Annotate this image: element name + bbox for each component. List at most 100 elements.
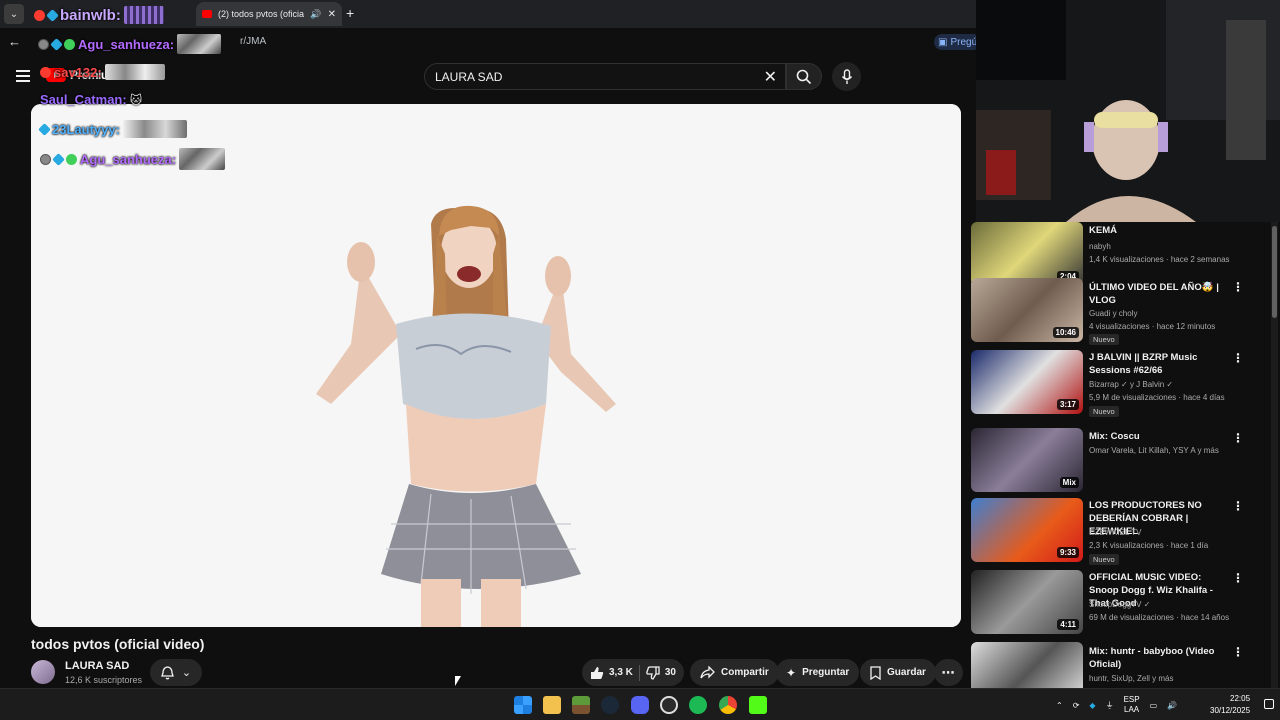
more-vert-icon[interactable]: ⋮ [1232,499,1244,513]
list-item[interactable]: 3:17 J BALVIN || BZRP Music Sessions #62… [971,350,1271,417]
minecraft-icon[interactable] [572,696,590,714]
badge-icon [34,9,45,21]
verified-icon [66,153,77,165]
badge-icon [52,152,65,166]
sync-icon[interactable]: ⟳ [1073,701,1080,710]
rec-meta: 2,3 K visualizaciones · hace 1 día [1089,541,1209,550]
speaker-icon[interactable]: 🔊 [1167,701,1177,710]
app-tray-icon[interactable]: ◆ [1089,701,1095,710]
ask-chip[interactable]: ▣ Pregú [934,34,982,50]
badge-icon [40,66,51,78]
badge-icon [38,38,49,50]
avatar[interactable] [31,660,55,684]
folder-icon[interactable] [543,696,561,714]
list-item[interactable]: Mix Mix: Coscu Omar Varela, Lit Killah, … [971,428,1271,494]
video-thumbnail[interactable]: 4:11 [971,570,1083,634]
date: 30/12/2025 [1210,706,1251,715]
ask-label: Preguntar [802,667,850,678]
chevron-up-icon[interactable]: ⌃ [1056,701,1063,710]
taskbar: ⌃ ⟳ ◆ ⏚ ESP LAA ▭ 🔊 22:05 30/12/2025 [0,688,1280,720]
search-button[interactable] [786,63,822,90]
recommendations-list: 2:04 KEMÁ nabyh 1,4 K visualizaciones · … [971,222,1271,688]
cat-emote-icon: 🐱 [129,92,143,107]
save-button[interactable]: Guardar [860,659,936,686]
url-fragment[interactable]: r/JMA [240,36,266,47]
search-box[interactable]: ✕ [424,63,786,90]
kick-icon[interactable] [749,696,767,714]
tab-active[interactable]: (2) todos pvtos (oficial video... 🔊 ✕ [196,2,342,26]
more-vert-icon[interactable]: ⋮ [1232,645,1244,659]
more-vert-icon[interactable]: ⋮ [1232,431,1244,445]
rec-channel[interactable]: Guadi y choly [1089,309,1137,318]
chrome-icon[interactable] [719,696,737,714]
chat-message: bainwlb: [34,6,164,24]
spotify-icon[interactable] [689,696,707,714]
rec-title[interactable]: KEMÁ [1089,224,1219,237]
subscribe-notification-button[interactable]: ⌄ [150,659,202,686]
rec-channel[interactable]: Omar Varela, Lit Killah, YSY A y más [1089,446,1219,455]
rec-title[interactable]: ÚLTIMO VIDEO DEL AÑO🤯 | VLOG [1089,281,1219,307]
like-dislike-group: 3,3 K 30 [582,659,684,686]
scrollbar-thumb[interactable] [1272,226,1277,318]
rec-meta: 1,4 K visualizaciones · hace 2 semanas [1089,255,1230,264]
list-item[interactable]: 9:33 LOS PRODUCTORES NO DEBERÍAN COBRAR … [971,498,1271,565]
close-icon[interactable]: ✕ [328,9,336,20]
video-player[interactable] [31,104,961,627]
rec-title[interactable]: J BALVIN || BZRP Music Sessions #62/66 [1089,351,1219,377]
discord-icon[interactable] [631,696,649,714]
steam-icon[interactable] [601,696,619,714]
speaker-icon[interactable]: 🔊 [310,9,321,20]
chat-username: Agu_sanhueza: [80,151,177,167]
windows-icon[interactable] [514,696,532,714]
dislike-button[interactable]: 30 [646,665,676,680]
clear-icon[interactable]: ✕ [764,67,777,87]
obs-icon[interactable] [660,696,678,714]
chat-emote [179,148,226,170]
rec-title[interactable]: Mix: huntr - babyboo (Video Oficial) [1089,645,1219,671]
chat-username: Saul_Catman: [40,92,127,107]
video-thumbnail[interactable] [971,642,1083,688]
rec-channel[interactable]: EZEWKIEL TV [1089,528,1141,537]
list-item[interactable]: Mix: huntr - babyboo (Video Oficial) hun… [971,642,1271,688]
sparkle-icon: ✦ [786,665,797,680]
rec-channel[interactable]: Bizarrap ✓ y J Balvin ✓ [1089,380,1173,389]
duration-badge: Mix [1059,477,1079,488]
rec-meta: 4 visualizaciones · hace 12 minutos [1089,322,1216,331]
list-item[interactable]: 4:11 OFFICIAL MUSIC VIDEO: Snoop Dogg f.… [971,570,1271,636]
more-vert-icon[interactable]: ⋮ [1232,571,1244,585]
usb-icon[interactable]: ⏚ [1106,700,1114,711]
video-thumbnail[interactable]: 9:33 [971,498,1083,562]
video-thumbnail[interactable]: Mix [971,428,1083,492]
list-item[interactable]: 10:46 ÚLTIMO VIDEO DEL AÑO🤯 | VLOG Guadi… [971,278,1271,345]
ask-button[interactable]: ✦ Preguntar [776,659,860,686]
rec-channel[interactable]: huntr, SixUp, Zell y más [1089,674,1173,683]
channel-name[interactable]: LAURA SAD [65,660,129,672]
rec-channel[interactable]: nabyh [1089,242,1111,251]
video-thumbnail[interactable]: 2:04 [971,222,1083,286]
chat-username: 23Lautyyy: [52,121,120,137]
ask-chip-label: Pregú [950,36,978,48]
mic-icon [841,68,852,84]
clock[interactable]: 22:05 30/12/2025 [1210,693,1250,717]
duration-badge: 9:33 [1056,547,1079,558]
more-actions-button[interactable]: ⋯ [934,659,963,686]
new-tab-button[interactable]: + [346,5,354,21]
chat-message: Saul_Catman: 🐱 [40,92,142,107]
rec-title[interactable]: Mix: Coscu [1089,430,1219,443]
search-input[interactable] [435,69,764,84]
video-thumbnail[interactable]: 3:17 [971,350,1083,414]
tab-search-button[interactable]: ⌄ [4,4,24,24]
back-arrow-icon[interactable]: ← [8,34,21,49]
network-icon[interactable]: ▭ [1150,701,1158,710]
more-vert-icon[interactable]: ⋮ [1232,280,1244,294]
rec-meta: 69 M de visualizaciones · hace 14 años [1089,613,1230,622]
video-thumbnail[interactable]: 10:46 [971,278,1083,342]
like-button[interactable]: 3,3 K [590,666,633,680]
menu-icon[interactable] [16,70,30,82]
language-indicator[interactable]: ESP LAA [1124,695,1140,715]
voice-search-button[interactable] [832,62,861,91]
share-button[interactable]: Compartir [690,659,779,686]
rec-channel[interactable]: SnoopDoggTV ✓ [1089,600,1150,609]
more-vert-icon[interactable]: ⋮ [1232,351,1244,365]
notification-icon[interactable] [1264,699,1274,709]
